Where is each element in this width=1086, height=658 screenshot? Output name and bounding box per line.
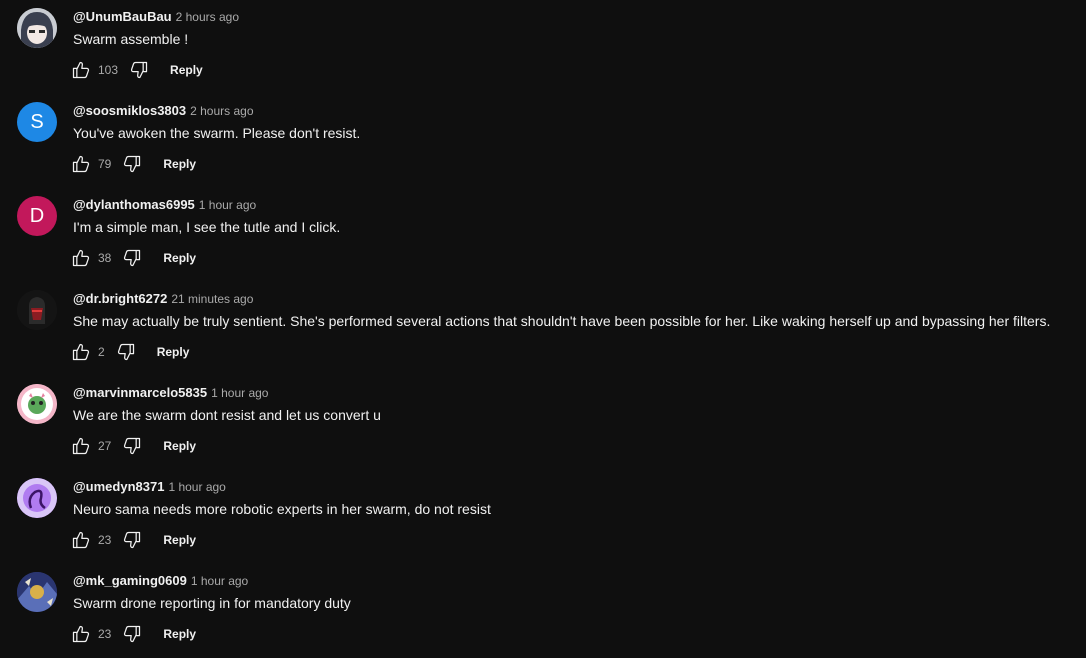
comment-text: Swarm drone reporting in for mandatory d… — [73, 595, 351, 611]
like-button[interactable] — [70, 529, 92, 551]
thumbs-down-icon — [124, 437, 141, 455]
thumbs-up-icon — [72, 531, 90, 549]
comment-time[interactable]: 21 minutes ago — [171, 292, 253, 306]
comment-text: She may actually be truly sentient. She'… — [73, 313, 1051, 329]
comment-actions: 38 Reply — [70, 247, 196, 269]
comment-actions: 27 Reply — [70, 435, 196, 457]
avatar[interactable] — [17, 384, 57, 424]
thumbs-down-icon — [124, 625, 141, 643]
comment-author[interactable]: @dylanthomas6995 — [73, 197, 195, 212]
comment-text: We are the swarm dont resist and let us … — [73, 407, 381, 423]
reply-button[interactable]: Reply — [163, 533, 196, 547]
reply-button[interactable]: Reply — [163, 439, 196, 453]
comment-time[interactable]: 1 hour ago — [199, 198, 256, 212]
thumbs-up-icon — [72, 625, 90, 643]
avatar-image-icon — [17, 572, 57, 612]
thumbs-down-icon — [130, 61, 148, 79]
avatar-image-icon — [17, 290, 57, 330]
like-button[interactable] — [70, 153, 92, 175]
reply-button[interactable]: Reply — [163, 157, 196, 171]
dislike-button[interactable] — [115, 341, 137, 363]
comment-header: @UnumBauBau 2 hours ago — [73, 9, 239, 24]
comment-item: @mk_gaming0609 1 hour ago Swarm drone rep… — [0, 564, 1086, 658]
comment-text: You've awoken the swarm. Please don't re… — [73, 125, 361, 141]
comment-time[interactable]: 1 hour ago — [168, 480, 225, 494]
thumbs-down-icon — [124, 531, 141, 549]
dislike-button[interactable] — [121, 529, 143, 551]
reply-button[interactable]: Reply — [170, 63, 203, 77]
comment-item: D @dylanthomas6995 1 hour ago I'm a simpl… — [0, 188, 1086, 282]
like-count: 27 — [98, 439, 112, 453]
comment-header: @dylanthomas6995 1 hour ago — [73, 197, 256, 212]
comment-actions: 103 Reply — [70, 59, 203, 81]
reply-button[interactable]: Reply — [163, 627, 196, 641]
like-count: 38 — [98, 251, 112, 265]
avatar[interactable] — [17, 572, 57, 612]
avatar[interactable]: D — [17, 196, 57, 236]
comment-header: @soosmiklos3803 2 hours ago — [73, 103, 254, 118]
comment-item: @marvinmarcelo5835 1 hour ago We are the … — [0, 376, 1086, 470]
like-button[interactable] — [70, 341, 92, 363]
like-count: 23 — [98, 627, 112, 641]
avatar-image-icon — [17, 478, 57, 518]
avatar-image-icon — [17, 384, 57, 424]
comment-author[interactable]: @umedyn8371 — [73, 479, 164, 494]
comment-text: I'm a simple man, I see the tutle and I … — [73, 219, 341, 235]
like-button[interactable] — [70, 59, 92, 81]
comment-time[interactable]: 1 hour ago — [211, 386, 268, 400]
reply-button[interactable]: Reply — [157, 345, 190, 359]
thumbs-up-icon — [72, 155, 90, 173]
comment-item: @UnumBauBau 2 hours ago Swarm assemble ! … — [0, 0, 1086, 94]
comment-header: @mk_gaming0609 1 hour ago — [73, 573, 248, 588]
like-count: 23 — [98, 533, 112, 547]
comment-item: @dr.bright6272 21 minutes ago She may act… — [0, 282, 1086, 376]
comment-actions: 79 Reply — [70, 153, 196, 175]
thumbs-up-icon — [72, 249, 90, 267]
dislike-button[interactable] — [128, 59, 150, 81]
thumbs-up-icon — [72, 343, 90, 361]
avatar-letter: S — [30, 110, 44, 133]
thumbs-down-icon — [124, 155, 141, 173]
comment-author[interactable]: @marvinmarcelo5835 — [73, 385, 207, 400]
thumbs-up-icon — [72, 437, 90, 455]
comment-header: @umedyn8371 1 hour ago — [73, 479, 226, 494]
dislike-button[interactable] — [121, 623, 143, 645]
dislike-button[interactable] — [121, 153, 143, 175]
thumbs-down-icon — [124, 249, 141, 267]
comment-time[interactable]: 1 hour ago — [191, 574, 248, 588]
comment-actions: 2 Reply — [70, 341, 189, 363]
avatar[interactable] — [17, 8, 57, 48]
comment-text: Neuro sama needs more robotic experts in… — [73, 501, 491, 517]
dislike-button[interactable] — [121, 247, 143, 269]
avatar[interactable] — [17, 290, 57, 330]
like-count: 79 — [98, 157, 112, 171]
comment-author[interactable]: @soosmiklos3803 — [73, 103, 186, 118]
avatar-image-icon — [17, 8, 57, 48]
comment-author[interactable]: @dr.bright6272 — [73, 291, 167, 306]
comment-header: @dr.bright6272 21 minutes ago — [73, 291, 253, 306]
comment-actions: 23 Reply — [70, 529, 196, 551]
comment-time[interactable]: 2 hours ago — [190, 104, 253, 118]
comment-time[interactable]: 2 hours ago — [176, 10, 239, 24]
thumbs-up-icon — [72, 61, 90, 79]
comment-text: Swarm assemble ! — [73, 31, 189, 47]
comment-author[interactable]: @UnumBauBau — [73, 9, 172, 24]
avatar[interactable]: S — [17, 102, 57, 142]
like-button[interactable] — [70, 435, 92, 457]
comment-header: @marvinmarcelo5835 1 hour ago — [73, 385, 268, 400]
like-count: 2 — [98, 345, 105, 359]
like-button[interactable] — [70, 247, 92, 269]
comment-actions: 23 Reply — [70, 623, 196, 645]
like-button[interactable] — [70, 623, 92, 645]
comment-item: S @soosmiklos3803 2 hours ago You've awok… — [0, 94, 1086, 188]
avatar[interactable] — [17, 478, 57, 518]
comment-item: @umedyn8371 1 hour ago Neuro sama needs m… — [0, 470, 1086, 564]
dislike-button[interactable] — [121, 435, 143, 457]
like-count: 103 — [98, 63, 119, 77]
thumbs-down-icon — [117, 343, 134, 361]
comment-author[interactable]: @mk_gaming0609 — [73, 573, 187, 588]
reply-button[interactable]: Reply — [163, 251, 196, 265]
avatar-letter: D — [29, 204, 45, 227]
